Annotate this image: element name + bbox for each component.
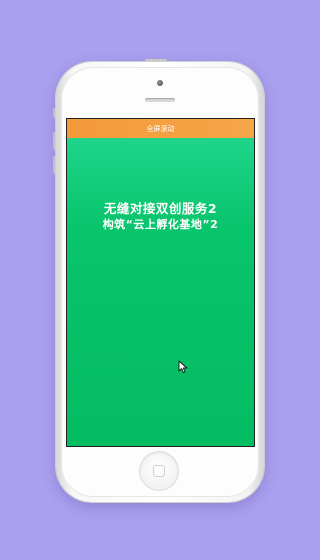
top-bar-title: 全屏滚动 [146, 124, 175, 133]
phone-screen[interactable]: 全屏滚动 无缝对接双创服务2 构筑“云上孵化基地”2 [67, 119, 254, 446]
home-button[interactable] [140, 452, 178, 490]
fullscreen-slide[interactable]: 无缝对接双创服务2 构筑“云上孵化基地”2 [67, 138, 254, 446]
page-background: 全屏滚动 无缝对接双创服务2 构筑“云上孵化基地”2 [0, 0, 320, 560]
top-bar: 全屏滚动 [67, 119, 254, 138]
mouse-pointer-icon [178, 360, 188, 374]
front-camera [157, 80, 163, 86]
slide-subheadline: 构筑“云上孵化基地”2 [102, 218, 219, 231]
slide-headline: 无缝对接双创服务2 [103, 201, 218, 216]
earpiece-speaker [145, 98, 175, 102]
home-button-icon [153, 465, 165, 477]
